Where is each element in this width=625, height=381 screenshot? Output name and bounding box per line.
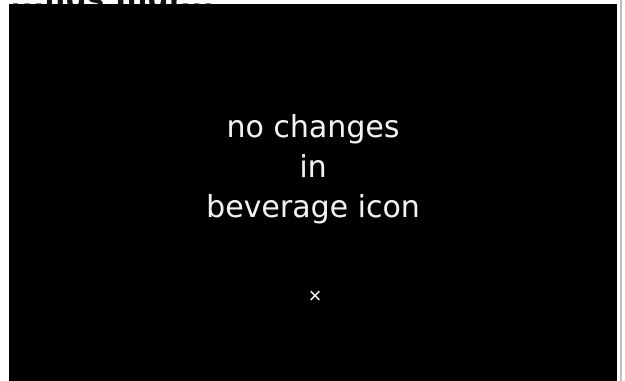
- status-message: no changes in beverage icon: [9, 108, 617, 228]
- device-screen: no changes in beverage icon ×: [9, 4, 617, 381]
- message-line-2: in: [299, 150, 327, 185]
- close-button[interactable]: ×: [303, 284, 327, 308]
- message-line-3: beverage icon: [206, 190, 420, 225]
- page: ...ngs Ingr... no changes in beverage ic…: [0, 0, 625, 381]
- close-icon: ×: [308, 283, 322, 308]
- message-line-1: no changes: [226, 110, 400, 145]
- right-divider: [620, 0, 622, 381]
